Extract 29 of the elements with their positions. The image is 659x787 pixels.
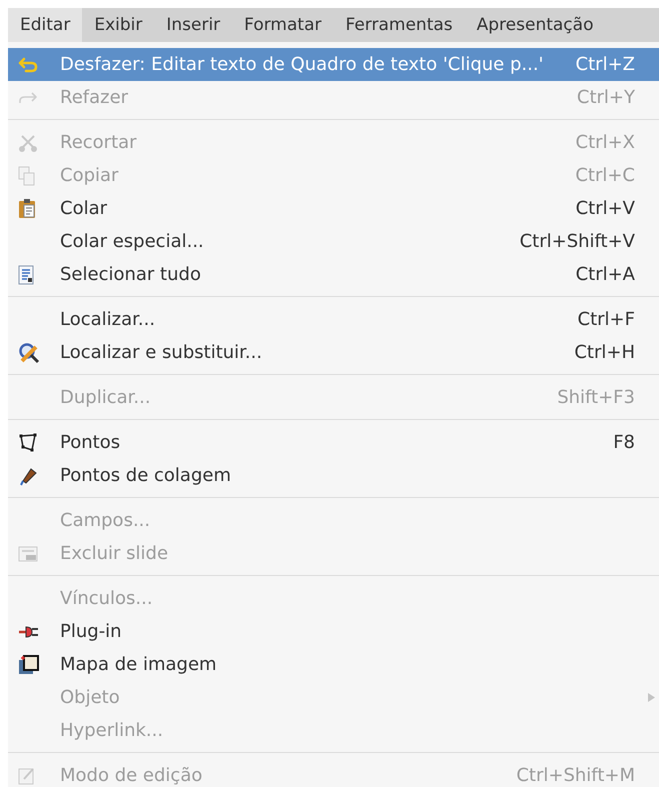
redo-arrow-icon (18, 90, 38, 104)
menu-bar-item[interactable]: Exibir (82, 8, 154, 42)
clipboard-icon (18, 198, 36, 219)
magnifier-pencil-icon (18, 342, 40, 364)
slide-icon (18, 546, 38, 562)
document-icon (18, 264, 34, 284)
menu-bar-item[interactable]: Apresentação (464, 8, 606, 42)
menu-item[interactable]: Mapa de imagem (8, 648, 659, 681)
menu-bar-item[interactable]: Ferramentas (334, 8, 465, 42)
menu-item[interactable]: Localizar e substituir... Ctrl+H (8, 336, 659, 369)
undo-arrow-icon (18, 56, 38, 72)
menu-bar-item[interactable]: Inserir (154, 8, 232, 42)
scissors-icon (18, 132, 38, 152)
menu-item[interactable]: Colar especial... Ctrl+Shift+V (8, 225, 659, 258)
menu-bar-item[interactable]: Formatar (232, 8, 334, 42)
menu-item[interactable]: Selecionar tudo Ctrl+A (8, 258, 659, 291)
image-map-icon (18, 654, 40, 674)
pencil-page-icon (18, 766, 36, 784)
copy-icon (18, 166, 36, 186)
menu-item[interactable]: Colar Ctrl+V (8, 192, 659, 225)
menu-bar-item[interactable]: Editar (8, 8, 82, 42)
pen-icon (18, 466, 38, 486)
plug-icon (18, 624, 40, 640)
submenu-arrow-icon (648, 693, 655, 702)
menu-item[interactable]: Plug-in (8, 615, 659, 648)
polygon-points-icon (18, 432, 38, 452)
menu-item[interactable]: Pontos F8 (8, 426, 659, 459)
menu-item[interactable]: Pontos de colagem (8, 459, 659, 492)
menu-item[interactable]: Localizar... Ctrl+F (8, 303, 659, 336)
